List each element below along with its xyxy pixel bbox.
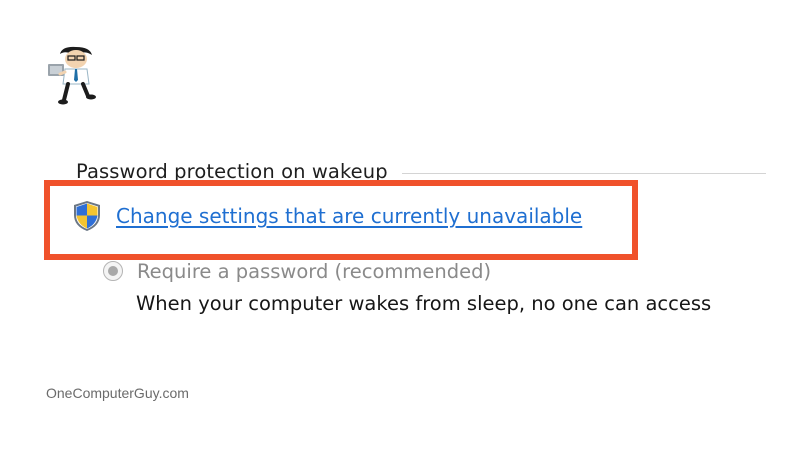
- site-watermark: OneComputerGuy.com: [46, 385, 189, 401]
- require-password-option[interactable]: Require a password (recommended): [103, 257, 491, 285]
- change-settings-link[interactable]: Change settings that are currently unava…: [116, 204, 582, 228]
- uac-shield-icon: [74, 201, 100, 231]
- option-description: When your computer wakes from sleep, no …: [136, 292, 712, 315]
- require-password-radio[interactable]: [103, 261, 123, 281]
- screenshot-canvas: Password protection on wakeup Change set…: [0, 0, 800, 450]
- radio-selected-dot: [108, 266, 118, 276]
- change-settings-link-row[interactable]: Change settings that are currently unava…: [72, 199, 582, 233]
- require-password-label: Require a password (recommended): [137, 259, 492, 283]
- computer-guy-logo-icon: [48, 46, 96, 105]
- section-divider: [401, 172, 766, 174]
